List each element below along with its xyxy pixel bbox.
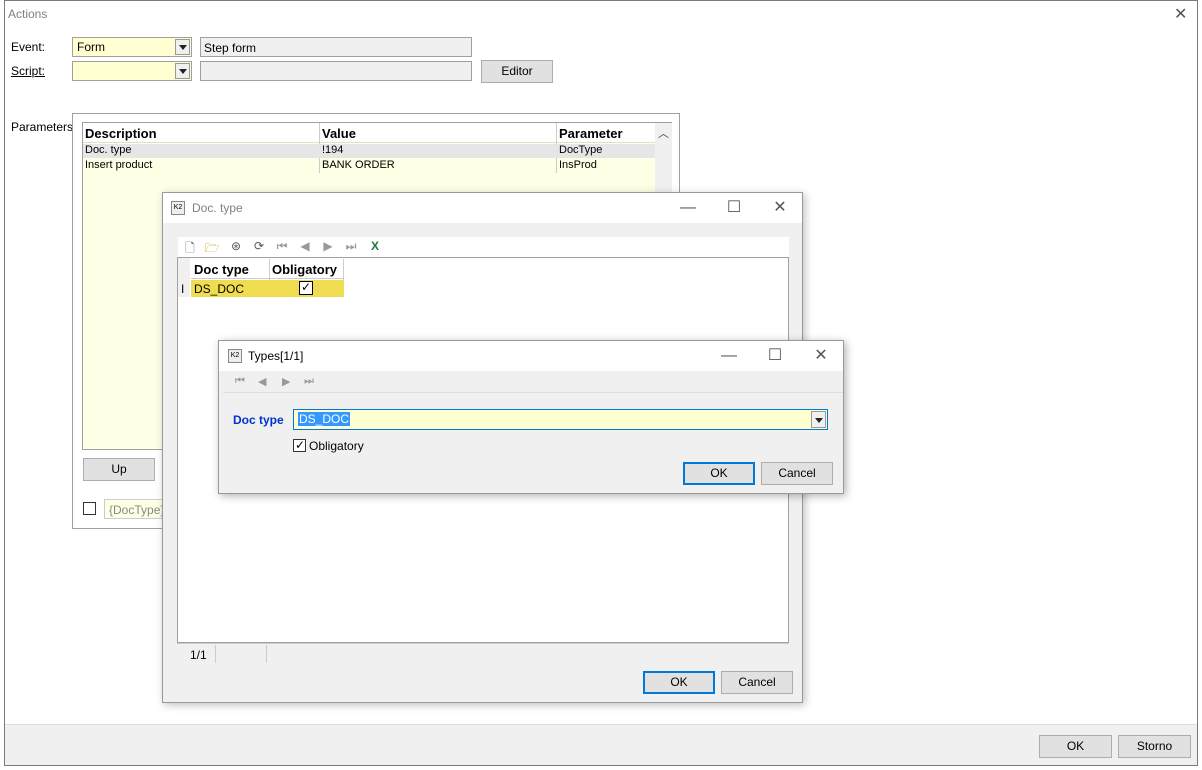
cell-parameter: DocType xyxy=(559,144,603,156)
refresh-icon[interactable]: ⟳ xyxy=(251,239,267,253)
doctype-cancel-button[interactable]: Cancel xyxy=(721,671,793,694)
first-record-icon[interactable]: ⏮ xyxy=(235,375,245,388)
obligatory-checkbox[interactable] xyxy=(293,438,306,452)
doctype-ok-button[interactable]: OK xyxy=(643,671,715,694)
status-bar xyxy=(177,643,789,665)
cell-description: Insert product xyxy=(85,159,153,171)
col-parameter: Parameter xyxy=(559,126,623,141)
chevron-down-icon[interactable] xyxy=(175,63,190,79)
event-description-field: Step form xyxy=(200,37,472,57)
minimize-icon[interactable]: — xyxy=(665,193,711,223)
nav-toolbar xyxy=(223,371,843,393)
toolbar xyxy=(178,237,789,257)
minimize-icon[interactable]: — xyxy=(706,341,752,371)
doctype-token: {DocType} xyxy=(109,503,165,517)
obligatory-label: Obligatory xyxy=(309,439,364,453)
maximize-icon[interactable]: ☐ xyxy=(711,193,757,223)
event-label: Event: xyxy=(11,40,46,54)
cell-parameter: InsProd xyxy=(559,159,597,171)
script-field xyxy=(200,61,472,81)
close-icon[interactable]: ✕ xyxy=(1174,4,1187,24)
ok-button[interactable]: OK xyxy=(1039,735,1112,758)
cell-value: !194 xyxy=(322,144,344,156)
obligatory-checkbox[interactable] xyxy=(299,280,313,295)
prev-record-icon[interactable]: ◀ xyxy=(258,375,266,388)
record-counter: 1/1 xyxy=(190,648,207,662)
actions-title: Actions xyxy=(8,7,48,21)
cursor-icon: I xyxy=(181,282,185,296)
doc-type-select[interactable]: DS_DOC xyxy=(293,409,828,430)
close-icon[interactable]: ✕ xyxy=(798,341,844,371)
up-button[interactable]: Up xyxy=(83,458,155,481)
param-checkbox[interactable] xyxy=(83,502,96,515)
open-folder-icon[interactable]: 🗁 xyxy=(204,239,220,255)
editor-button[interactable]: Editor xyxy=(481,60,553,83)
col-obligatory: Obligatory xyxy=(272,262,338,277)
maximize-icon[interactable]: ☐ xyxy=(752,341,798,371)
doc-type-label: Doc type xyxy=(233,413,284,427)
next-record-icon[interactable]: ▶ xyxy=(282,375,290,388)
new-document-icon[interactable]: 🗋 xyxy=(182,239,198,255)
script-label: Script: xyxy=(11,64,46,78)
cell-doc-type: DS_DOC xyxy=(194,282,245,296)
event-combo[interactable]: Form xyxy=(72,37,192,57)
doc-type-value: DS_DOC xyxy=(298,412,351,426)
cell-value: BANK ORDER xyxy=(322,159,395,171)
prev-record-icon[interactable]: ◀ xyxy=(297,239,313,253)
types-cancel-button[interactable]: Cancel xyxy=(761,462,833,485)
chevron-up-icon[interactable]: ︿ xyxy=(658,125,669,141)
last-record-icon[interactable]: ⏭ xyxy=(304,375,314,388)
filter-icon[interactable]: ⊛ xyxy=(228,239,244,253)
actions-footer xyxy=(5,724,1197,765)
cell-description: Doc. type xyxy=(85,144,132,156)
next-record-icon[interactable]: ▶ xyxy=(320,239,336,253)
event-description: Step form xyxy=(204,41,257,55)
last-record-icon[interactable]: ⏭ xyxy=(343,239,359,253)
storno-button[interactable]: Storno xyxy=(1118,735,1191,758)
col-doc-type: Doc type xyxy=(194,262,249,277)
app-icon: K2 xyxy=(228,349,242,363)
types-ok-button[interactable]: OK xyxy=(683,462,755,485)
chevron-down-icon[interactable] xyxy=(811,411,826,428)
chevron-down-icon[interactable] xyxy=(175,39,190,55)
types-title: Types[1/1] xyxy=(248,349,304,363)
event-value: Form xyxy=(77,40,105,54)
doctype-title: Doc. type xyxy=(192,201,243,215)
script-combo[interactable] xyxy=(72,61,192,81)
excel-export-icon[interactable]: X xyxy=(367,239,383,253)
parameters-label: Parameters: xyxy=(11,120,77,134)
col-value: Value xyxy=(322,126,356,141)
col-description: Description xyxy=(85,126,157,141)
first-record-icon[interactable]: ⏮ xyxy=(274,239,290,253)
app-icon: K2 xyxy=(171,201,185,215)
close-icon[interactable]: ✕ xyxy=(757,193,803,223)
